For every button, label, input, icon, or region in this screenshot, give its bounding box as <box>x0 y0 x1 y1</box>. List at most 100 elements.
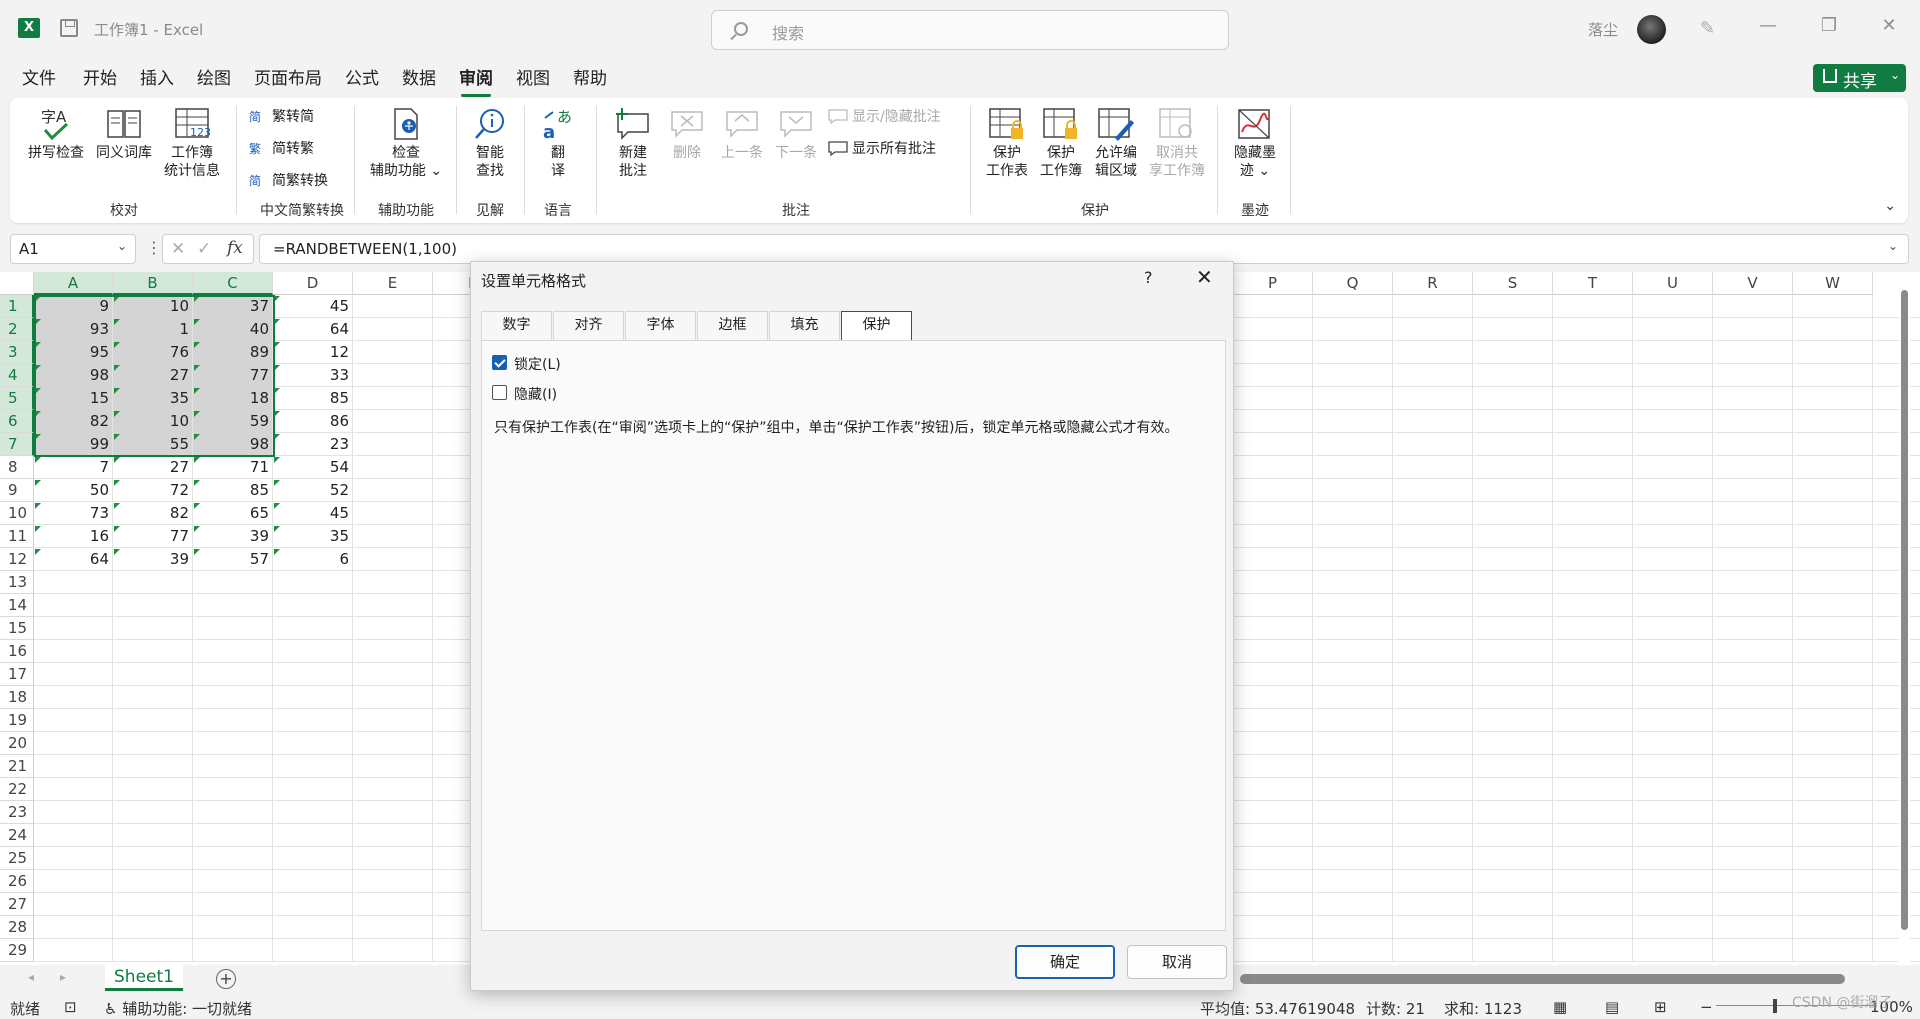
column-header-t[interactable]: T <box>1553 272 1633 295</box>
hidden-label[interactable]: 隐藏(I) <box>514 384 557 404</box>
share-button[interactable]: 共享 ⌄ <box>1813 64 1906 92</box>
row-header-16[interactable]: 16 <box>0 640 34 663</box>
row-header-19[interactable]: 19 <box>0 709 34 732</box>
status-count[interactable]: 计数: 21 <box>1366 998 1425 1019</box>
tab-fill[interactable]: 填充 <box>769 311 840 340</box>
column-header-e[interactable]: E <box>353 272 433 295</box>
name-box[interactable]: A1 ⌄ <box>10 234 136 264</box>
tab-protection[interactable]: 保护 <box>841 311 912 341</box>
previous-comment-button[interactable]: 上一条 <box>716 106 768 162</box>
tab-insert[interactable]: 插入 <box>140 64 174 89</box>
tab-number[interactable]: 数字 <box>481 311 552 340</box>
tab-border[interactable]: 边框 <box>697 311 768 340</box>
row-header-10[interactable]: 10 <box>0 502 34 525</box>
cell-d5[interactable]: 85 <box>273 387 352 410</box>
accessibility-status[interactable]: ♿ 辅助功能: 一切就绪 <box>104 998 252 1019</box>
row-header-15[interactable]: 15 <box>0 617 34 640</box>
row-header-24[interactable]: 24 <box>0 824 34 847</box>
translate-button[interactable]: aあ 翻 译 <box>534 106 582 180</box>
cell-b11[interactable]: 77 <box>113 525 192 548</box>
row-header-22[interactable]: 22 <box>0 778 34 801</box>
cell-d2[interactable]: 64 <box>273 318 352 341</box>
row-header-3[interactable]: 3 <box>0 341 34 364</box>
tab-file[interactable]: 文件 <box>22 64 56 89</box>
scroll-thumb[interactable] <box>1901 290 1908 930</box>
formula-input[interactable]: =RANDBETWEEN(1,100) ⌄ <box>259 234 1909 264</box>
row-header-20[interactable]: 20 <box>0 732 34 755</box>
hidden-checkbox[interactable] <box>492 385 507 400</box>
row-header-12[interactable]: 12 <box>0 548 34 571</box>
page-layout-view-icon[interactable]: ▤ <box>1605 998 1619 1016</box>
row-header-28[interactable]: 28 <box>0 916 34 939</box>
simp-to-trad-button[interactable]: 繁简转繁 <box>248 138 314 158</box>
cell-a9[interactable]: 50 <box>34 479 112 502</box>
tab-view[interactable]: 视图 <box>516 64 550 89</box>
column-header-s[interactable]: S <box>1473 272 1553 295</box>
row-header-26[interactable]: 26 <box>0 870 34 893</box>
cell-d10[interactable]: 45 <box>273 502 352 525</box>
restore-icon[interactable]: ❐ <box>1817 14 1841 38</box>
page-break-view-icon[interactable]: ⊞ <box>1654 998 1667 1016</box>
add-sheet-button[interactable]: + <box>216 969 236 989</box>
column-header-p[interactable]: P <box>1233 272 1313 295</box>
row-header-18[interactable]: 18 <box>0 686 34 709</box>
row-header-14[interactable]: 14 <box>0 594 34 617</box>
cell-b12[interactable]: 39 <box>113 548 192 571</box>
user-name[interactable]: 落尘 <box>1588 19 1618 40</box>
cell-d4[interactable]: 33 <box>273 364 352 387</box>
row-header-23[interactable]: 23 <box>0 801 34 824</box>
tab-draw[interactable]: 绘图 <box>197 64 231 89</box>
help-icon[interactable]: ? <box>1144 268 1153 287</box>
cell-d6[interactable]: 86 <box>273 410 352 433</box>
row-header-11[interactable]: 11 <box>0 525 34 548</box>
check-accessibility-button[interactable]: 检查 辅助功能 ⌄ <box>364 106 448 180</box>
tab-font[interactable]: 字体 <box>625 311 696 340</box>
cell-d8[interactable]: 54 <box>273 456 352 479</box>
sheet-tab-sheet1[interactable]: Sheet1 <box>105 965 183 991</box>
cancel-button[interactable]: 取消 <box>1127 945 1227 979</box>
chinese-convert-button[interactable]: 简简繁转换 <box>248 170 328 190</box>
row-header-25[interactable]: 25 <box>0 847 34 870</box>
show-all-comments-button[interactable]: 显示所有批注 <box>828 138 936 158</box>
row-header-17[interactable]: 17 <box>0 663 34 686</box>
cell-c8[interactable]: 71 <box>193 456 272 479</box>
allow-edit-ranges-button[interactable]: 允许编 辑区域 <box>1090 106 1142 180</box>
tab-alignment[interactable]: 对齐 <box>553 311 624 340</box>
zoom-out-icon[interactable]: − <box>1700 998 1713 1016</box>
cell-c9[interactable]: 85 <box>193 479 272 502</box>
enter-icon[interactable]: ✓ <box>197 239 211 259</box>
column-header-r[interactable]: R <box>1393 272 1473 295</box>
tab-formulas[interactable]: 公式 <box>345 64 379 89</box>
vertical-scrollbar[interactable] <box>1899 278 1910 963</box>
scroll-left-icon[interactable]: ◂ <box>28 970 34 984</box>
search-box[interactable]: 搜索 <box>711 10 1229 50</box>
cell-b9[interactable]: 72 <box>113 479 192 502</box>
row-header-13[interactable]: 13 <box>0 571 34 594</box>
protect-workbook-button[interactable]: 保护 工作簿 <box>1036 106 1086 180</box>
ribbon-collapse-icon[interactable]: ⌄ <box>1884 198 1896 214</box>
select-all-corner[interactable] <box>0 272 34 295</box>
tab-data[interactable]: 数据 <box>402 64 436 89</box>
column-header-d[interactable]: D <box>273 272 353 295</box>
cell-d11[interactable]: 35 <box>273 525 352 548</box>
ok-button[interactable]: 确定 <box>1015 945 1115 979</box>
cell-d12[interactable]: 6 <box>273 548 352 571</box>
show-hide-comments-button[interactable]: 显示/隐藏批注 <box>828 106 941 126</box>
cell-c12[interactable]: 57 <box>193 548 272 571</box>
column-header-u[interactable]: U <box>1633 272 1713 295</box>
status-sum[interactable]: 求和: 1123 <box>1444 998 1522 1019</box>
next-comment-button[interactable]: 下一条 <box>770 106 822 162</box>
scroll-right-icon[interactable]: ▸ <box>60 970 66 984</box>
thesaurus-button[interactable]: 同义词库 <box>92 106 156 162</box>
pen-icon[interactable]: ✎ <box>1700 18 1722 40</box>
column-header-q[interactable]: Q <box>1313 272 1393 295</box>
row-header-8[interactable]: 8 <box>0 456 34 479</box>
row-header-7[interactable]: 7 <box>0 433 34 456</box>
horizontal-scrollbar[interactable] <box>1240 974 1845 984</box>
row-header-2[interactable]: 2 <box>0 318 34 341</box>
cell-d1[interactable]: 45 <box>273 295 352 318</box>
locked-label[interactable]: 锁定(L) <box>514 354 561 374</box>
cell-d7[interactable]: 23 <box>273 433 352 456</box>
macro-recording-icon[interactable]: ⊡ <box>64 998 77 1016</box>
chevron-down-icon[interactable]: ⌄ <box>117 239 127 253</box>
